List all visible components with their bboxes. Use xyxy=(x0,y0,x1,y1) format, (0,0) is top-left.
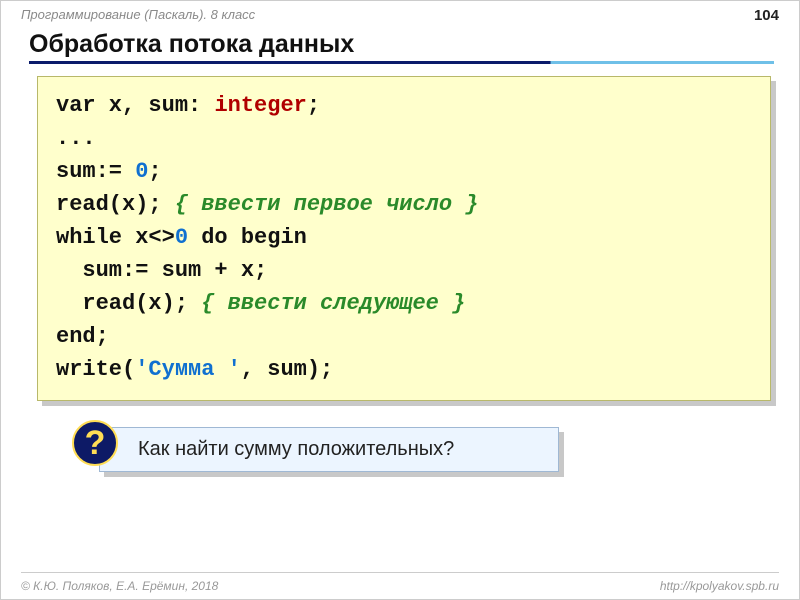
header: Программирование (Паскаль). 8 класс 104 xyxy=(1,1,799,24)
prompt-text: Как найти сумму положительных? xyxy=(138,438,454,460)
string-literal: 'Сумма ' xyxy=(135,357,241,382)
prompt-box: ? Как найти сумму положительных? xyxy=(99,427,559,472)
code-block: var x, sum: integer; ... sum:= 0; read(x… xyxy=(37,76,771,401)
code-line: while x<>0 do begin xyxy=(56,221,752,254)
question-callout: ? Как найти сумму положительных? xyxy=(99,427,559,472)
footer: © К.Ю. Поляков, Е.А. Ерёмин, 2018 http:/… xyxy=(1,579,799,593)
code-comment: { ввести первое число } xyxy=(175,192,479,217)
footer-copyright: © К.Ю. Поляков, Е.А. Ерёмин, 2018 xyxy=(21,579,218,593)
page-title: Обработка потока данных xyxy=(29,30,799,59)
code-line: ... xyxy=(56,122,752,155)
code-content: var x, sum: integer; ... sum:= 0; read(x… xyxy=(37,76,771,401)
code-line: end; xyxy=(56,320,752,353)
numeric-literal: 0 xyxy=(175,225,188,250)
breadcrumb: Программирование (Паскаль). 8 класс xyxy=(21,7,255,24)
footer-url: http://kpolyakov.spb.ru xyxy=(660,579,779,593)
code-comment: { ввести следующее } xyxy=(201,291,465,316)
numeric-literal: 0 xyxy=(135,159,148,184)
code-line: read(x); { ввести следующее } xyxy=(56,287,752,320)
code-line: sum:= sum + x; xyxy=(56,254,752,287)
title-underline xyxy=(29,61,774,64)
question-mark-icon: ? xyxy=(72,420,118,466)
type-keyword: integer xyxy=(214,93,306,118)
footer-divider xyxy=(21,572,779,573)
code-line: var x, sum: integer; xyxy=(56,89,752,122)
code-line: write('Сумма ', sum); xyxy=(56,353,752,386)
slide: Программирование (Паскаль). 8 класс 104 … xyxy=(0,0,800,600)
code-line: sum:= 0; xyxy=(56,155,752,188)
code-line: read(x); { ввести первое число } xyxy=(56,188,752,221)
page-number: 104 xyxy=(754,7,779,24)
